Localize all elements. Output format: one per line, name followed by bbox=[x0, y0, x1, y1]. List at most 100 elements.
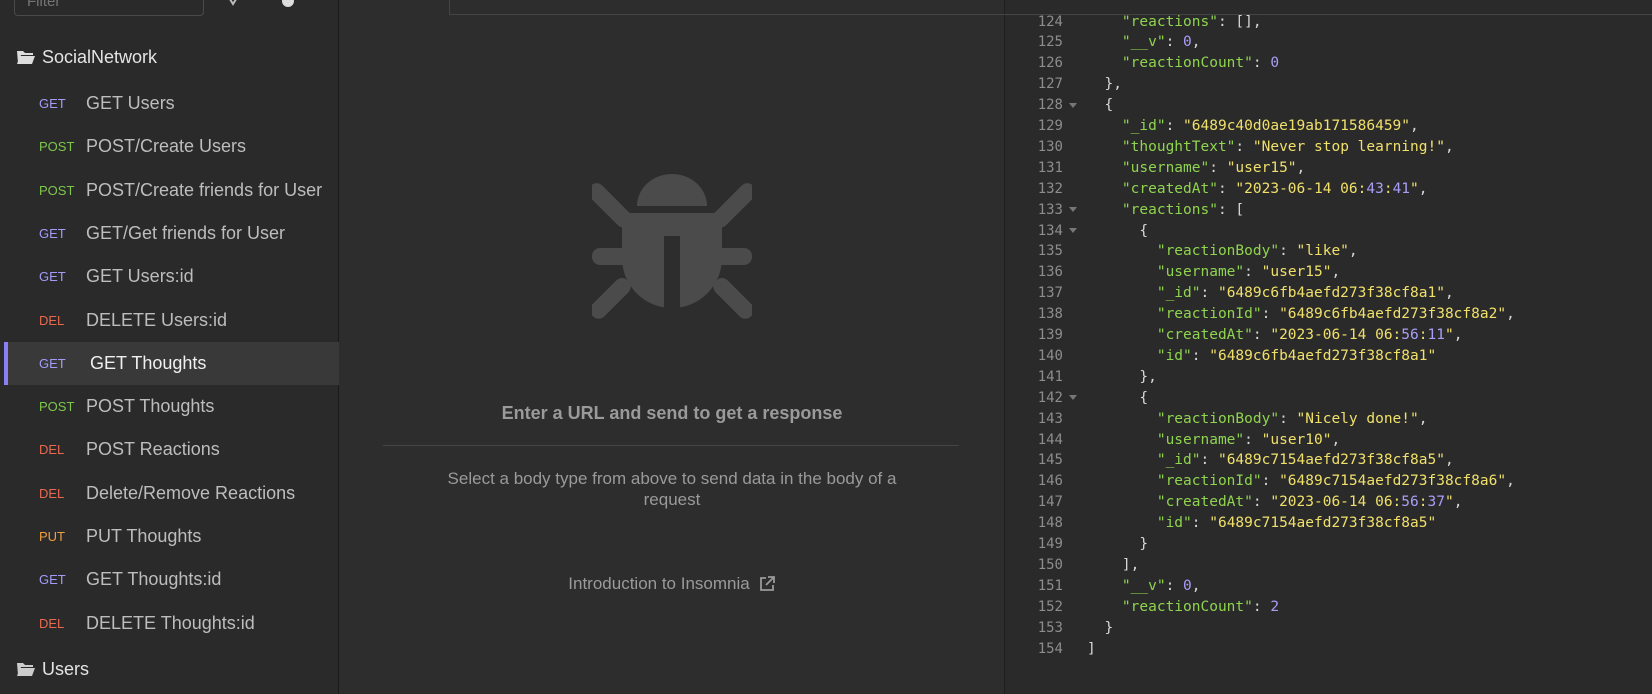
code-text: { bbox=[1087, 97, 1114, 114]
method-badge: PUT bbox=[39, 529, 65, 544]
folder-label: Users bbox=[42, 658, 90, 679]
filter-field[interactable] bbox=[14, 0, 204, 16]
fold-gutter bbox=[1063, 74, 1087, 95]
code-line: 134 { bbox=[1005, 220, 1148, 241]
request-item[interactable]: DEL Delete/Remove Reactions bbox=[4, 472, 339, 515]
code-text: "reactions": [], bbox=[1121, 13, 1262, 30]
fold-gutter bbox=[1063, 241, 1087, 262]
request-item[interactable]: DEL DELETE Thoughts:id bbox=[4, 602, 339, 645]
request-name: GET Users:id bbox=[86, 266, 194, 287]
code-line: 128 { bbox=[1005, 95, 1114, 116]
folder-socialnetwork[interactable]: SocialNetwork bbox=[16, 42, 157, 72]
request-name: PUT Thoughts bbox=[86, 526, 202, 546]
line-number: 124 bbox=[1037, 13, 1063, 30]
code-text: } bbox=[1087, 619, 1114, 636]
folder-open-icon bbox=[17, 51, 35, 64]
code-text: "reactionCount": 0 bbox=[1121, 55, 1280, 72]
code-text: "username": "user10", bbox=[1156, 431, 1341, 448]
code-line: 139 "createdAt": "2023-06-14 06:56:11", bbox=[1005, 325, 1463, 346]
divider bbox=[383, 445, 959, 446]
code-line: 150 ], bbox=[1005, 554, 1140, 575]
line-number: 145 bbox=[1037, 452, 1063, 469]
fold-gutter bbox=[1063, 492, 1087, 513]
code-text: "createdAt": "2023-06-14 06:56:37", bbox=[1156, 494, 1463, 511]
line-number: 138 bbox=[1037, 306, 1063, 323]
empty-state-description: Select a body type from above to send da… bbox=[447, 469, 897, 509]
request-item[interactable]: GET GET Thoughts bbox=[4, 341, 339, 385]
request-item[interactable]: GET GET/Get friends for User bbox=[4, 212, 339, 255]
code-text: "reactionId": "6489c6fb4aefd273f38cf8a2"… bbox=[1156, 306, 1515, 323]
code-line: 126 "reactionCount": 0 bbox=[1005, 53, 1279, 74]
code-text: "__v": 0, bbox=[1121, 34, 1201, 51]
line-number: 135 bbox=[1037, 243, 1063, 260]
fold-gutter bbox=[1063, 429, 1087, 450]
request-item[interactable]: DEL DELETE Users:id bbox=[4, 299, 339, 342]
code-text: "createdAt": "2023-06-14 06:56:11", bbox=[1156, 327, 1463, 343]
code-text: } bbox=[1087, 536, 1149, 552]
fold-gutter bbox=[1063, 554, 1087, 575]
line-number: 134 bbox=[1037, 222, 1063, 239]
fold-gutter bbox=[1063, 136, 1087, 157]
line-number: 142 bbox=[1037, 389, 1063, 406]
folder-open-icon bbox=[17, 663, 35, 676]
request-name: POST Thoughts bbox=[86, 396, 215, 417]
method-badge: GET bbox=[39, 269, 66, 285]
line-number: 147 bbox=[1037, 494, 1063, 511]
folder-users[interactable]: Users bbox=[16, 654, 89, 684]
fold-gutter bbox=[1063, 32, 1087, 53]
filter-input[interactable] bbox=[15, 0, 203, 15]
code-text: "_id": "6489c40d0ae19ab171586459", bbox=[1121, 118, 1419, 134]
request-tab-strip bbox=[449, 0, 1005, 15]
request-item[interactable]: GET GET Thoughts:id bbox=[4, 558, 339, 601]
code-line: 149 } bbox=[1005, 534, 1148, 555]
fold-gutter bbox=[1063, 157, 1087, 178]
fold-gutter bbox=[1063, 345, 1087, 366]
fold-gutter bbox=[1063, 262, 1087, 283]
sidebar: SocialNetwork GET GET Users POST POST/Creat… bbox=[0, 0, 339, 694]
fold-arrow-icon[interactable] bbox=[1063, 95, 1087, 116]
request-name: DELETE Thoughts:id bbox=[86, 612, 255, 633]
cookie-icon[interactable] bbox=[226, 0, 240, 8]
fold-gutter bbox=[1063, 638, 1087, 659]
request-item[interactable]: POST POST/Create Users bbox=[4, 125, 339, 168]
request-item[interactable]: POST POST/Create friends for User bbox=[4, 169, 339, 212]
code-line: 124 "reactions": [], bbox=[1005, 11, 1262, 32]
method-badge: GET bbox=[39, 225, 66, 241]
fold-arrow-icon[interactable] bbox=[1063, 220, 1087, 241]
introduction-link-label[interactable]: Introduction to Insomnia bbox=[568, 574, 749, 594]
request-item[interactable]: GET GET Users:id bbox=[4, 255, 339, 298]
fold-arrow-icon[interactable] bbox=[1063, 387, 1087, 408]
fold-arrow-icon[interactable] bbox=[1063, 199, 1087, 220]
code-text: "_id": "6489c6fb4aefd273f38cf8a1", bbox=[1156, 285, 1454, 302]
request-item[interactable]: GET GET Users bbox=[4, 82, 339, 125]
request-item[interactable]: PUT PUT Thoughts bbox=[4, 515, 339, 558]
line-number: 152 bbox=[1037, 598, 1063, 615]
method-badge: DEL bbox=[39, 485, 65, 501]
code-text: "_id": "6489c7154aefd273f38cf8a5", bbox=[1156, 452, 1454, 469]
fold-gutter bbox=[1063, 617, 1087, 638]
code-line: 133 "reactions": [ bbox=[1005, 199, 1244, 220]
request-item[interactable]: DEL POST Reactions bbox=[4, 428, 339, 471]
code-text: "reactions": [ bbox=[1121, 201, 1245, 218]
line-number: 146 bbox=[1037, 473, 1063, 490]
introduction-link[interactable]: Introduction to Insomnia bbox=[339, 574, 1005, 594]
request-item[interactable]: POST POST Thoughts bbox=[4, 385, 339, 428]
line-number: 137 bbox=[1037, 285, 1063, 302]
fold-gutter bbox=[1063, 575, 1087, 596]
code-text: ], bbox=[1087, 556, 1140, 573]
request-name: DELETE Users:id bbox=[86, 309, 228, 330]
fold-gutter bbox=[1063, 178, 1087, 199]
code-line: 152 "reactionCount": 2 bbox=[1005, 596, 1279, 617]
fold-gutter bbox=[1063, 513, 1087, 534]
fold-gutter bbox=[1063, 596, 1087, 617]
code-text: "thoughtText": "Never stop learning!", bbox=[1121, 138, 1454, 155]
code-text: }, bbox=[1087, 76, 1122, 93]
code-line: 145 "_id": "6489c7154aefd273f38cf8a5", bbox=[1005, 450, 1454, 471]
method-badge: POST bbox=[39, 139, 75, 155]
method-badge: DEL bbox=[39, 615, 65, 631]
line-number: 136 bbox=[1037, 264, 1063, 281]
gear-icon[interactable] bbox=[281, 0, 295, 8]
method-badge: GET bbox=[39, 572, 66, 588]
fold-gutter bbox=[1063, 450, 1087, 471]
code-line: 153 } bbox=[1005, 617, 1114, 638]
